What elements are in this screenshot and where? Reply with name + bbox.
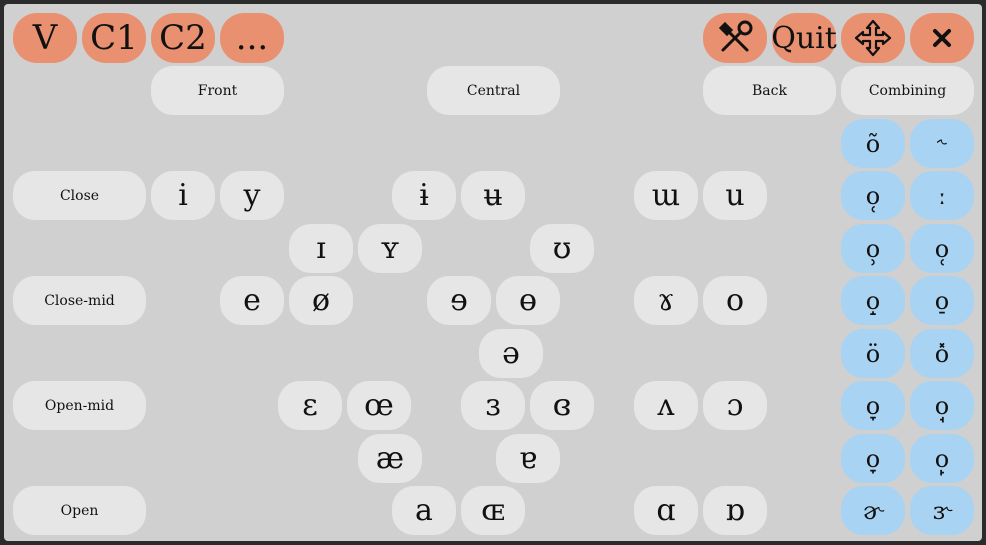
column-front: Front (151, 66, 284, 115)
vowel-key[interactable]: ɤ (634, 276, 698, 325)
vowel-key[interactable]: ʏ (358, 224, 422, 273)
tab-v[interactable]: V (13, 13, 77, 63)
combining-key[interactable]: ɚ (841, 486, 905, 535)
row-open-mid: Open-mid (13, 381, 146, 430)
vowel-key[interactable]: ɵ (496, 276, 560, 325)
combining-key[interactable]: o̜ (841, 171, 905, 220)
ipa-keyboard-window: V C1 C2 ... Quit Front Central Back Comb… (4, 4, 982, 541)
vowel-key[interactable]: ɞ (530, 381, 594, 430)
combining-key[interactable]: o̜ (910, 224, 974, 273)
row-open: Open (13, 486, 146, 535)
combining-key[interactable]: o̽ (910, 329, 974, 378)
combining-key[interactable]: o̞ (841, 381, 905, 430)
vowel-key[interactable]: ɨ (392, 171, 456, 220)
vowel-key[interactable]: ə (479, 329, 543, 378)
vowel-key[interactable]: ɶ (461, 486, 525, 535)
row-close-mid: Close-mid (13, 276, 146, 325)
tab-c2[interactable]: C2 (151, 13, 215, 63)
vowel-key[interactable]: u (703, 171, 767, 220)
row-close: Close (13, 171, 146, 220)
tab-more[interactable]: ... (220, 13, 284, 63)
vowel-key[interactable]: ɜ (461, 381, 525, 430)
vowel-key[interactable]: ɘ (427, 276, 491, 325)
vowel-key[interactable]: ɒ (703, 486, 767, 535)
vowel-key[interactable]: ø (289, 276, 353, 325)
move-button[interactable] (841, 13, 905, 63)
vowel-key[interactable]: a (392, 486, 456, 535)
vowel-key[interactable]: œ (347, 381, 411, 430)
combining-key[interactable]: o̠ (910, 276, 974, 325)
close-icon (930, 26, 954, 50)
combining-key[interactable]: o̘ (910, 381, 974, 430)
settings-button[interactable] (703, 13, 767, 63)
vowel-key[interactable]: ɔ (703, 381, 767, 430)
vowel-key[interactable]: ʌ (634, 381, 698, 430)
vowel-key[interactable]: ɑ (634, 486, 698, 535)
vowel-key[interactable]: o (703, 276, 767, 325)
combining-key[interactable]: ɝ (910, 486, 974, 535)
tools-icon (715, 18, 755, 58)
move-icon (853, 18, 893, 58)
vowel-key[interactable]: ɪ (289, 224, 353, 273)
vowel-key[interactable]: i (151, 171, 215, 220)
vowel-key[interactable]: y (220, 171, 284, 220)
combining-key[interactable]: o̙ (910, 434, 974, 483)
vowel-key[interactable]: e (220, 276, 284, 325)
combining-key[interactable]: o̹ (841, 224, 905, 273)
column-back: Back (703, 66, 836, 115)
quit-button[interactable]: Quit (771, 13, 837, 63)
combining-key[interactable]: o̝ (841, 276, 905, 325)
combining-key[interactable]: ö (841, 329, 905, 378)
combining-key[interactable]: õ (841, 119, 905, 168)
vowel-key[interactable]: ɛ (278, 381, 342, 430)
combining-key[interactable]: o̞ (841, 434, 905, 483)
vowel-key[interactable]: ɐ (496, 434, 560, 483)
column-central: Central (427, 66, 560, 115)
vowel-key[interactable]: ʉ (461, 171, 525, 220)
vowel-key[interactable]: æ (358, 434, 422, 483)
column-combining: Combining (841, 66, 974, 115)
tab-c1[interactable]: C1 (82, 13, 146, 63)
close-button[interactable] (910, 13, 974, 63)
combining-key[interactable]: ˞ (910, 119, 974, 168)
combining-key[interactable]: ː (910, 171, 974, 220)
vowel-key[interactable]: ʊ (530, 224, 594, 273)
vowel-key[interactable]: ɯ (634, 171, 698, 220)
